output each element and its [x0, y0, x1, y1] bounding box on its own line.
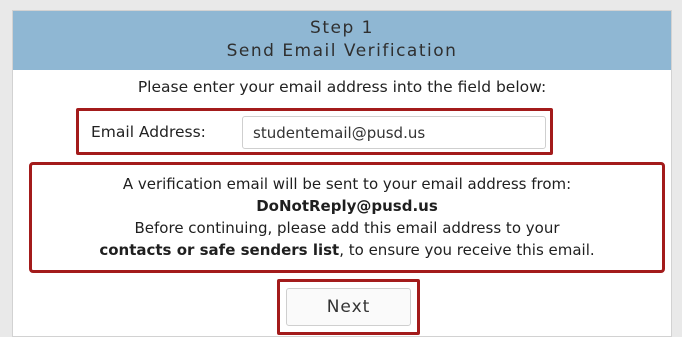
next-button[interactable]: Next	[286, 288, 411, 326]
notice-line-4: contacts or safe senders list, to ensure…	[32, 239, 662, 261]
email-input[interactable]	[242, 116, 546, 149]
step-number: Step 1	[310, 18, 374, 38]
email-label: Email Address:	[91, 123, 206, 141]
notice-line-1: A verification email will be sent to you…	[122, 175, 572, 193]
verification-card: Step 1 Send Email Verification Please en…	[12, 10, 672, 337]
notice-line-4-rest: , to ensure you receive this email.	[339, 241, 595, 259]
notice-line-3: Before continuing, please add this email…	[134, 219, 560, 237]
step-header: Step 1 Send Email Verification	[13, 11, 671, 70]
sender-address: DoNotReply@pusd.us	[256, 197, 438, 215]
next-highlight-box: Next	[277, 279, 420, 335]
verification-notice: A verification email will be sent to you…	[29, 162, 665, 273]
step-title: Send Email Verification	[226, 41, 458, 61]
safe-senders-emphasis: contacts or safe senders list	[99, 241, 340, 259]
instruction-text: Please enter your email address into the…	[137, 78, 547, 96]
email-highlight-box: Email Address:	[76, 108, 553, 155]
